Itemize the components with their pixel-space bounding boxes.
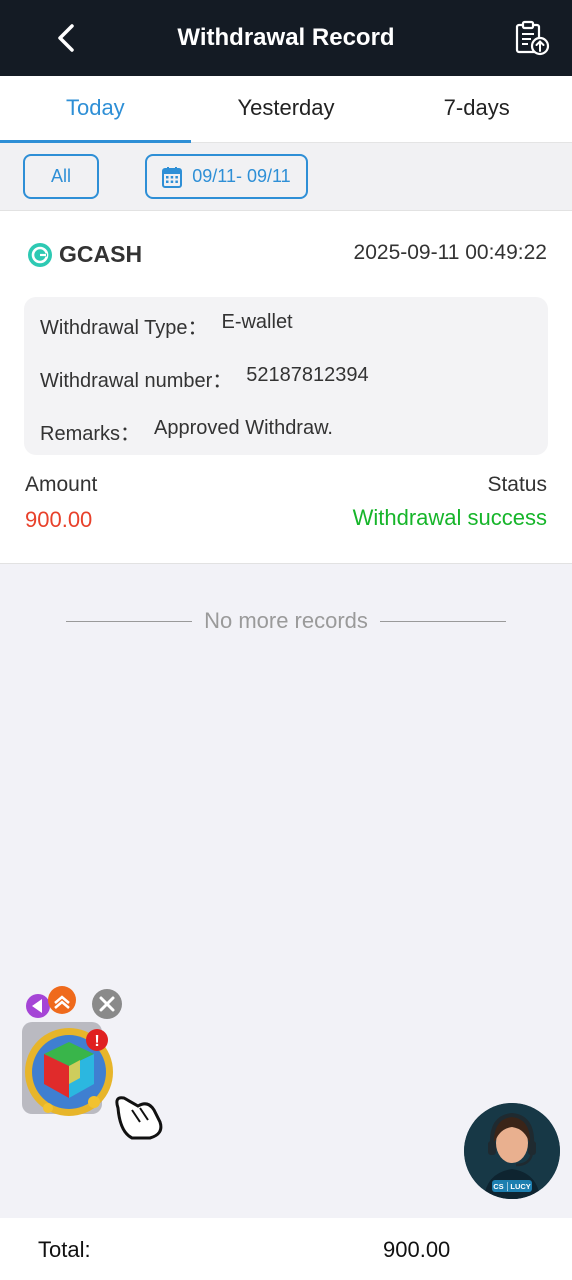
svg-text:!: ! bbox=[94, 1033, 99, 1050]
record-datetime: 2025-09-11 00:49:22 bbox=[353, 241, 547, 264]
calendar-icon bbox=[162, 166, 183, 188]
promo-cube-icon: ! bbox=[22, 986, 163, 1140]
payment-method-name: GCASH bbox=[59, 241, 143, 267]
remarks-label: Remarks： bbox=[40, 423, 141, 445]
withdrawal-record-card[interactable]: GCASH 2025-09-11 00:49:22 Withdrawal Typ… bbox=[0, 211, 572, 564]
total-label: Total: bbox=[38, 1237, 91, 1262]
withdrawal-type-value: E-wallet bbox=[221, 311, 293, 333]
chevron-left-icon bbox=[58, 24, 74, 52]
amount-label: Amount bbox=[25, 473, 98, 496]
withdrawal-number-label: Withdrawal number： bbox=[40, 370, 233, 392]
status-label: Status bbox=[487, 473, 547, 496]
withdrawal-type-row: Withdrawal Type： E-wallet bbox=[40, 311, 293, 340]
filter-all-button[interactable]: All bbox=[23, 154, 99, 199]
tab-yesterday[interactable]: Yesterday bbox=[191, 76, 382, 142]
divider-left bbox=[66, 620, 193, 622]
gcash-logo-icon bbox=[28, 242, 52, 267]
customer-support-button[interactable]: CS │LUCY bbox=[464, 1103, 560, 1199]
list-end-indicator: No more records bbox=[66, 606, 506, 636]
top-bar: Withdrawal Record bbox=[0, 0, 572, 76]
tab-7-days[interactable]: 7-days bbox=[381, 76, 572, 142]
total-value: 900.00 bbox=[383, 1237, 451, 1262]
export-records-button[interactable] bbox=[508, 16, 556, 60]
record-details: Withdrawal Type： E-wallet Withdrawal num… bbox=[24, 297, 548, 455]
tab-today[interactable]: Today bbox=[0, 76, 191, 143]
date-range-button[interactable]: 09/11- 09/11 bbox=[145, 154, 308, 199]
withdrawal-number-row: Withdrawal number： 52187812394 bbox=[40, 364, 369, 393]
date-range-label: 09/11- 09/11 bbox=[192, 166, 291, 186]
divider-right bbox=[379, 620, 506, 622]
clipboard-upload-icon bbox=[515, 20, 550, 56]
filter-all-label: All bbox=[50, 166, 71, 186]
total-bar: Total: 900.00 bbox=[0, 1218, 572, 1280]
withdrawal-number-value: 52187812394 bbox=[246, 364, 369, 386]
status-value: Withdrawal success bbox=[352, 505, 547, 530]
floating-promo-widget[interactable]: ! bbox=[20, 984, 170, 1144]
amount-value: 900.00 bbox=[25, 507, 93, 532]
support-agent-icon: CS │LUCY bbox=[464, 1103, 560, 1199]
no-more-records-text: No more records bbox=[204, 608, 368, 633]
back-button[interactable] bbox=[44, 16, 88, 60]
remarks-value: Approved Withdraw. bbox=[154, 417, 333, 439]
date-tabs: Today Yesterday 7-days bbox=[0, 76, 572, 143]
payment-method: GCASH bbox=[27, 241, 142, 268]
remarks-row: Remarks： Approved Withdraw. bbox=[40, 417, 333, 446]
filter-bar: All 09/11- 09/11 bbox=[0, 143, 572, 211]
withdrawal-type-label: Withdrawal Type： bbox=[40, 317, 208, 339]
support-badge-text: CS │LUCY bbox=[493, 1182, 531, 1192]
